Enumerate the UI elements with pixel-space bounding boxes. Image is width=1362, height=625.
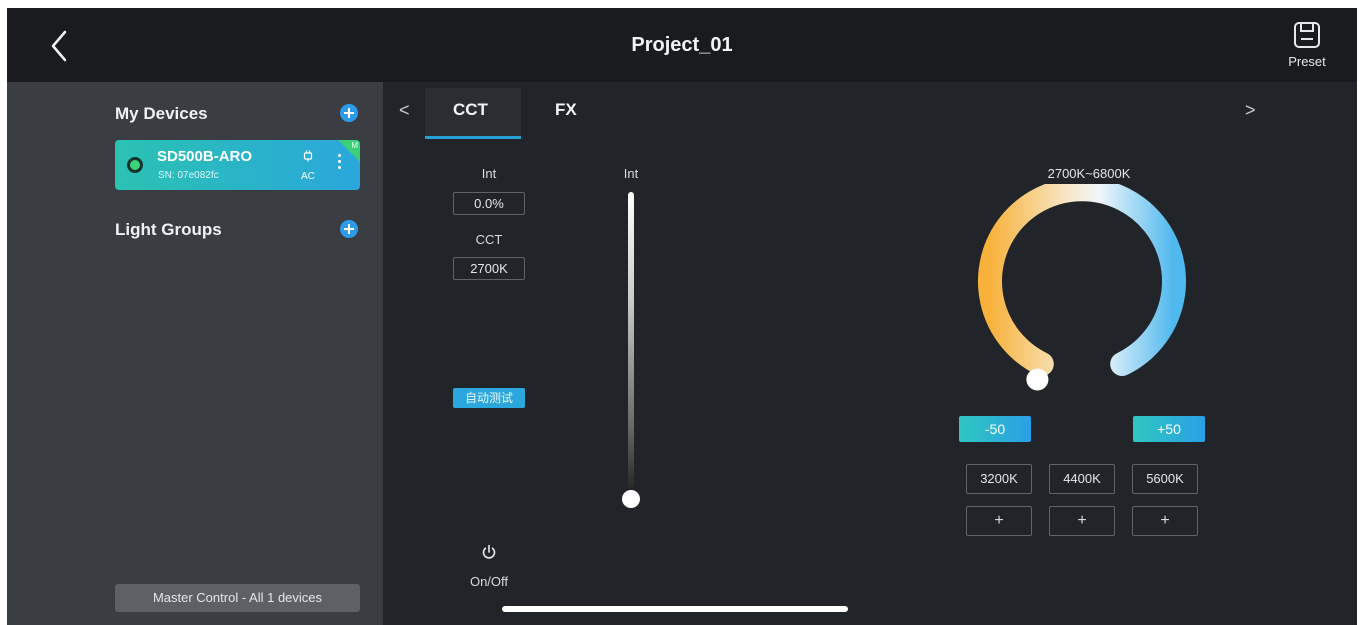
cct-value-field[interactable]: 2700K xyxy=(453,257,525,280)
cct-dial-thumb[interactable] xyxy=(1026,368,1049,391)
cct-minus-button[interactable]: -50 xyxy=(959,416,1031,442)
tab-underline xyxy=(425,136,521,139)
cct-dial[interactable] xyxy=(967,184,1197,414)
save-icon xyxy=(1294,22,1320,48)
add-preset-button-1[interactable]: + xyxy=(966,506,1032,536)
device-name: SD500B-ARO xyxy=(157,148,253,165)
intensity-slider-thumb[interactable] xyxy=(622,490,640,508)
preset-4400k[interactable]: 4400K xyxy=(1049,464,1115,494)
plug-icon xyxy=(303,150,313,162)
power-icon xyxy=(482,544,496,559)
light-groups-title: Light Groups xyxy=(115,220,222,239)
auto-test-button[interactable]: 自动测试 xyxy=(453,388,525,408)
device-serial: SN: 07e082fc xyxy=(158,170,219,181)
page-title: Project_01 xyxy=(631,34,733,56)
device-card[interactable]: SD500B-ARO SN: 07e082fc AC M xyxy=(115,140,360,190)
preset-3200k[interactable]: 3200K xyxy=(966,464,1032,494)
app-window: Project_01 Preset My Devices SD500B-ARO … xyxy=(7,8,1357,625)
add-preset-button-2[interactable]: + xyxy=(1049,506,1115,536)
main-panel: < CCT FX > Int 0.0% CCT 2700K 自动测试 On/Of… xyxy=(383,82,1357,625)
intensity-slider[interactable] xyxy=(628,192,634,502)
master-control-button[interactable]: Master Control - All 1 devices xyxy=(115,584,360,612)
preset-button[interactable]: Preset xyxy=(1277,18,1337,76)
top-bar: Project_01 Preset xyxy=(7,8,1357,82)
slider-int-label: Int xyxy=(623,166,639,181)
sidebar: My Devices SD500B-ARO SN: 07e082fc AC M … xyxy=(7,82,383,625)
onoff-label: On/Off xyxy=(469,574,509,589)
tab-next-arrow[interactable]: > xyxy=(1245,100,1256,121)
cct-range-label: 2700K~6800K xyxy=(1047,166,1131,181)
preset-5600k[interactable]: 5600K xyxy=(1132,464,1198,494)
my-devices-title: My Devices xyxy=(115,104,208,123)
int-value-field[interactable]: 0.0% xyxy=(453,192,525,215)
power-button[interactable] xyxy=(481,544,497,560)
home-indicator xyxy=(502,606,848,612)
status-indicator xyxy=(127,157,143,173)
tab-cct[interactable]: CCT xyxy=(453,100,488,120)
add-group-button[interactable] xyxy=(340,220,358,238)
add-preset-button-3[interactable]: + xyxy=(1132,506,1198,536)
int-label: Int xyxy=(481,166,497,181)
corner-tag-label: M xyxy=(351,141,358,150)
cct-label: CCT xyxy=(475,232,503,247)
tab-fx[interactable]: FX xyxy=(555,100,577,120)
cct-plus-button[interactable]: +50 xyxy=(1133,416,1205,442)
add-device-button[interactable] xyxy=(340,104,358,122)
power-source-label: AC xyxy=(301,171,315,182)
tab-prev-arrow[interactable]: < xyxy=(399,100,410,121)
preset-label: Preset xyxy=(1288,54,1326,69)
